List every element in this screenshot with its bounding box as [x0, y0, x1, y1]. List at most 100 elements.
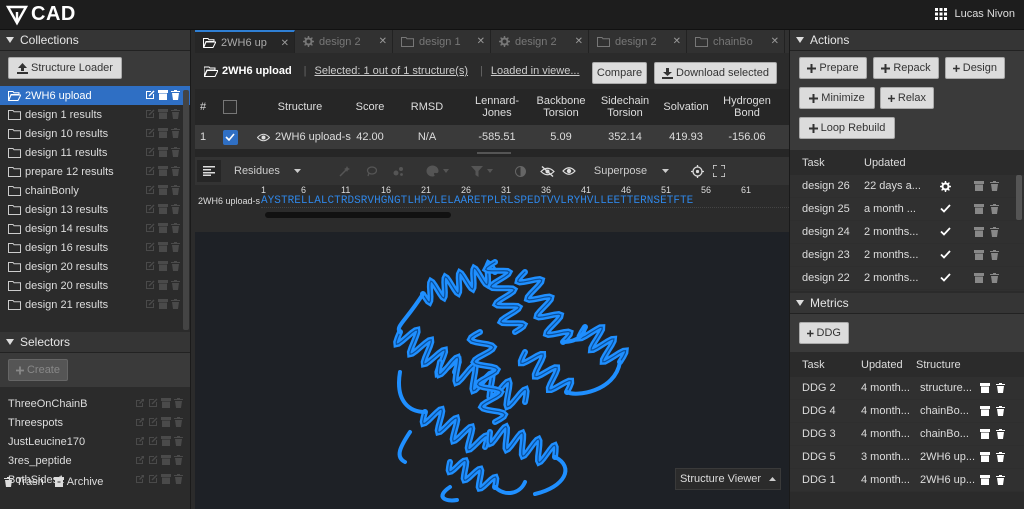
close-icon[interactable]: ✕	[575, 36, 583, 47]
edit-icon[interactable]	[145, 261, 155, 271]
edit-icon[interactable]	[145, 204, 155, 214]
trash-icon[interactable]	[174, 436, 183, 446]
download-selected-button[interactable]: Download selected	[654, 62, 777, 84]
edit-icon[interactable]	[145, 299, 155, 309]
archive-icon[interactable]	[980, 383, 990, 393]
archive-icon[interactable]	[158, 204, 168, 214]
relax-button[interactable]: Relax	[880, 87, 934, 109]
trash-icon[interactable]	[171, 128, 180, 138]
create-selector-button[interactable]: Create	[8, 359, 68, 381]
close-icon[interactable]: ✕	[673, 36, 681, 47]
archive-icon[interactable]	[974, 273, 984, 283]
viewer-mode-dropdown[interactable]: Structure Viewer	[675, 468, 781, 490]
trash-icon[interactable]	[990, 204, 999, 214]
task-row[interactable]: design 23 2 months...	[790, 244, 1024, 267]
collection-item[interactable]: chainBonly	[0, 181, 190, 200]
updated-col-header[interactable]: Updated	[864, 157, 906, 169]
archive-icon[interactable]	[161, 398, 171, 408]
collections-header[interactable]: Collections	[0, 30, 190, 51]
trash-icon[interactable]	[171, 204, 180, 214]
edit-icon[interactable]	[145, 90, 155, 100]
design-button[interactable]: Design	[945, 57, 1005, 79]
edit-icon[interactable]	[145, 128, 155, 138]
trash-icon[interactable]	[174, 474, 183, 484]
collection-item[interactable]: design 16 results	[0, 238, 190, 257]
col-sidechain-torsion[interactable]: Sidechain Torsion	[593, 95, 657, 119]
external-link-icon[interactable]	[135, 455, 145, 465]
metric-row[interactable]: DDG 2 4 month... structure...	[790, 377, 1024, 400]
archive-icon[interactable]	[974, 204, 984, 214]
external-link-icon[interactable]	[135, 398, 145, 408]
edit-icon[interactable]	[145, 147, 155, 157]
trash-icon[interactable]	[990, 250, 999, 260]
metric-row[interactable]: DDG 4 4 month... chainBo...	[790, 400, 1024, 423]
eye-icon[interactable]	[257, 133, 270, 142]
external-link-icon[interactable]	[135, 436, 145, 446]
metric-row[interactable]: DDG 1 4 month... 2WH6 up...	[790, 469, 1024, 492]
sequence-residues[interactable]: AYSTRELLALCTRDSRVHGNGTLHPVLELAARETPLRLSP…	[261, 194, 789, 207]
trash-icon[interactable]	[171, 185, 180, 195]
trash-icon[interactable]	[174, 398, 183, 408]
table-row[interactable]: 1 2WH6 upload-s 42.00 N/A -585.51 5.09 3…	[195, 125, 789, 149]
archive-icon[interactable]	[158, 280, 168, 290]
collection-item[interactable]: design 11 results	[0, 143, 190, 162]
repack-button[interactable]: Repack	[873, 57, 939, 79]
metric-structure-header[interactable]: Structure	[916, 359, 961, 371]
archive-link[interactable]: Archive	[53, 476, 103, 488]
row-structure[interactable]: 2WH6 upload-s	[249, 131, 351, 143]
trash-icon[interactable]	[996, 452, 1005, 462]
col-lennard-jones[interactable]: Lennard-Jones	[465, 95, 529, 119]
structure-viewer[interactable]: Structure Viewer	[195, 232, 789, 509]
task-row[interactable]: design 22 2 months...	[790, 267, 1024, 290]
collection-item[interactable]: design 10 results	[0, 124, 190, 143]
archive-icon[interactable]	[980, 475, 990, 485]
collection-item[interactable]: design 13 results	[0, 200, 190, 219]
archive-icon[interactable]	[158, 185, 168, 195]
archive-icon[interactable]	[161, 455, 171, 465]
close-icon[interactable]: ✕	[379, 36, 387, 47]
ddg-button[interactable]: DDG	[799, 322, 849, 344]
task-list[interactable]: design 26 22 days a... design 25 a month…	[790, 175, 1024, 291]
archive-icon[interactable]	[158, 223, 168, 233]
sequence-toggle[interactable]	[197, 160, 221, 182]
selector-item[interactable]: JustLeucine170	[0, 432, 190, 451]
collections-list[interactable]: 2WH6 upload design 1 results design 10 res…	[0, 86, 190, 332]
edit-icon[interactable]	[145, 185, 155, 195]
superpose-dropdown[interactable]: Superpose	[594, 165, 670, 177]
collection-item[interactable]: design 20 results	[0, 276, 190, 295]
collection-item[interactable]: design 14 results	[0, 219, 190, 238]
close-icon[interactable]: ✕	[771, 36, 779, 47]
close-icon[interactable]: ✕	[281, 38, 289, 49]
user-menu[interactable]: Lucas Nivon	[935, 8, 1015, 20]
archive-icon[interactable]	[158, 261, 168, 271]
sequence-track[interactable]: AYSTRELLALCTRDSRVHGNGTLHPVLELAARETPLRLSP…	[261, 194, 789, 208]
edit-icon[interactable]	[145, 109, 155, 119]
crosshair-icon[interactable]	[691, 164, 705, 178]
edit-icon[interactable]	[145, 223, 155, 233]
archive-icon[interactable]	[158, 299, 168, 309]
collection-item[interactable]: design 20 results	[0, 257, 190, 276]
collection-item[interactable]: design 21 results	[0, 295, 190, 314]
close-icon[interactable]: ✕	[477, 36, 485, 47]
metric-row[interactable]: DDG 5 3 month... 2WH6 up...	[790, 446, 1024, 469]
eye-slash-icon[interactable]	[540, 165, 555, 177]
external-link-icon[interactable]	[135, 417, 145, 427]
trash-icon[interactable]	[171, 90, 180, 100]
trash-icon[interactable]	[171, 299, 180, 309]
trash-icon[interactable]	[990, 227, 999, 237]
select-all-checkbox[interactable]	[223, 100, 237, 114]
task-row[interactable]: design 25 a month ...	[790, 198, 1024, 221]
contrast-icon[interactable]	[514, 165, 526, 177]
trash-icon[interactable]	[996, 383, 1005, 393]
archive-icon[interactable]	[158, 166, 168, 176]
edit-icon[interactable]	[148, 398, 158, 408]
trash-icon[interactable]	[171, 223, 180, 233]
tab-3[interactable]: design 1 ✕	[393, 30, 491, 53]
col-score[interactable]: Score	[351, 101, 389, 113]
col-rmsd[interactable]: RMSD	[389, 101, 465, 113]
archive-icon[interactable]	[158, 147, 168, 157]
trash-link[interactable]: Trash	[4, 476, 44, 488]
actions-header[interactable]: Actions	[790, 30, 1024, 51]
tab-1[interactable]: 2WH6 up ✕	[195, 30, 295, 53]
wand-icon[interactable]	[339, 165, 350, 177]
